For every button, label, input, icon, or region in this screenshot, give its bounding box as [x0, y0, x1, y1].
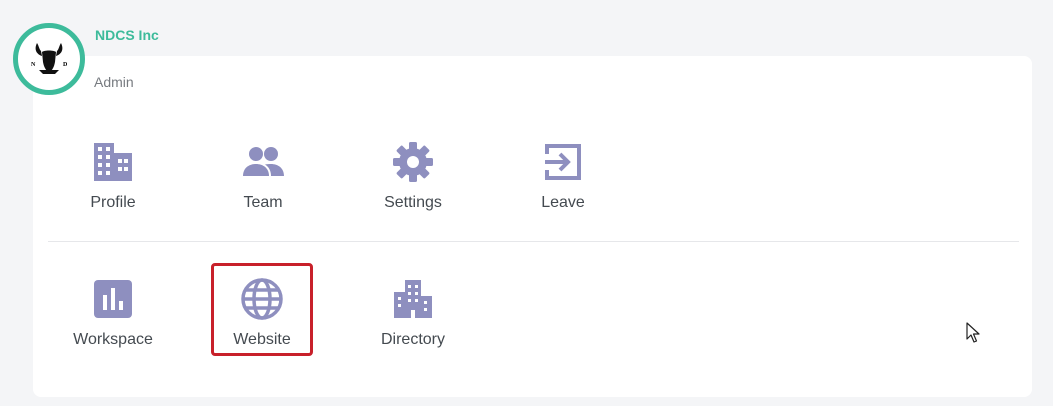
- building-icon: [94, 143, 132, 181]
- mouse-cursor-icon: [966, 322, 980, 343]
- workspace-button[interactable]: Workspace: [63, 275, 163, 355]
- bar-chart-icon: [94, 280, 132, 318]
- leave-label: Leave: [541, 194, 585, 211]
- directory-button[interactable]: Directory: [363, 275, 463, 355]
- apps-card: [33, 56, 1032, 397]
- team-button[interactable]: Team: [213, 138, 313, 218]
- org-name: NDCS Inc: [95, 27, 159, 43]
- workspace-label: Workspace: [73, 331, 153, 348]
- website-button[interactable]: Website: [211, 263, 313, 356]
- user-role: Admin: [94, 74, 134, 90]
- website-label: Website: [233, 331, 291, 348]
- profile-button[interactable]: Profile: [63, 138, 163, 218]
- svg-text:N: N: [31, 62, 36, 68]
- directory-label: Directory: [380, 331, 445, 348]
- divider: [48, 241, 1019, 242]
- profile-label: Profile: [90, 194, 136, 211]
- bull-logo-icon: N D: [31, 43, 68, 74]
- people-icon: [243, 147, 284, 176]
- globe-icon: [241, 278, 283, 320]
- settings-button[interactable]: Settings: [363, 138, 463, 218]
- exit-icon: [545, 144, 581, 180]
- leave-button[interactable]: Leave: [513, 138, 613, 218]
- settings-label: Settings: [384, 194, 442, 211]
- city-icon: [394, 280, 432, 318]
- svg-text:D: D: [63, 62, 68, 68]
- gear-icon: [393, 142, 433, 182]
- avatar[interactable]: N D: [13, 23, 85, 95]
- team-label: Team: [243, 194, 283, 211]
